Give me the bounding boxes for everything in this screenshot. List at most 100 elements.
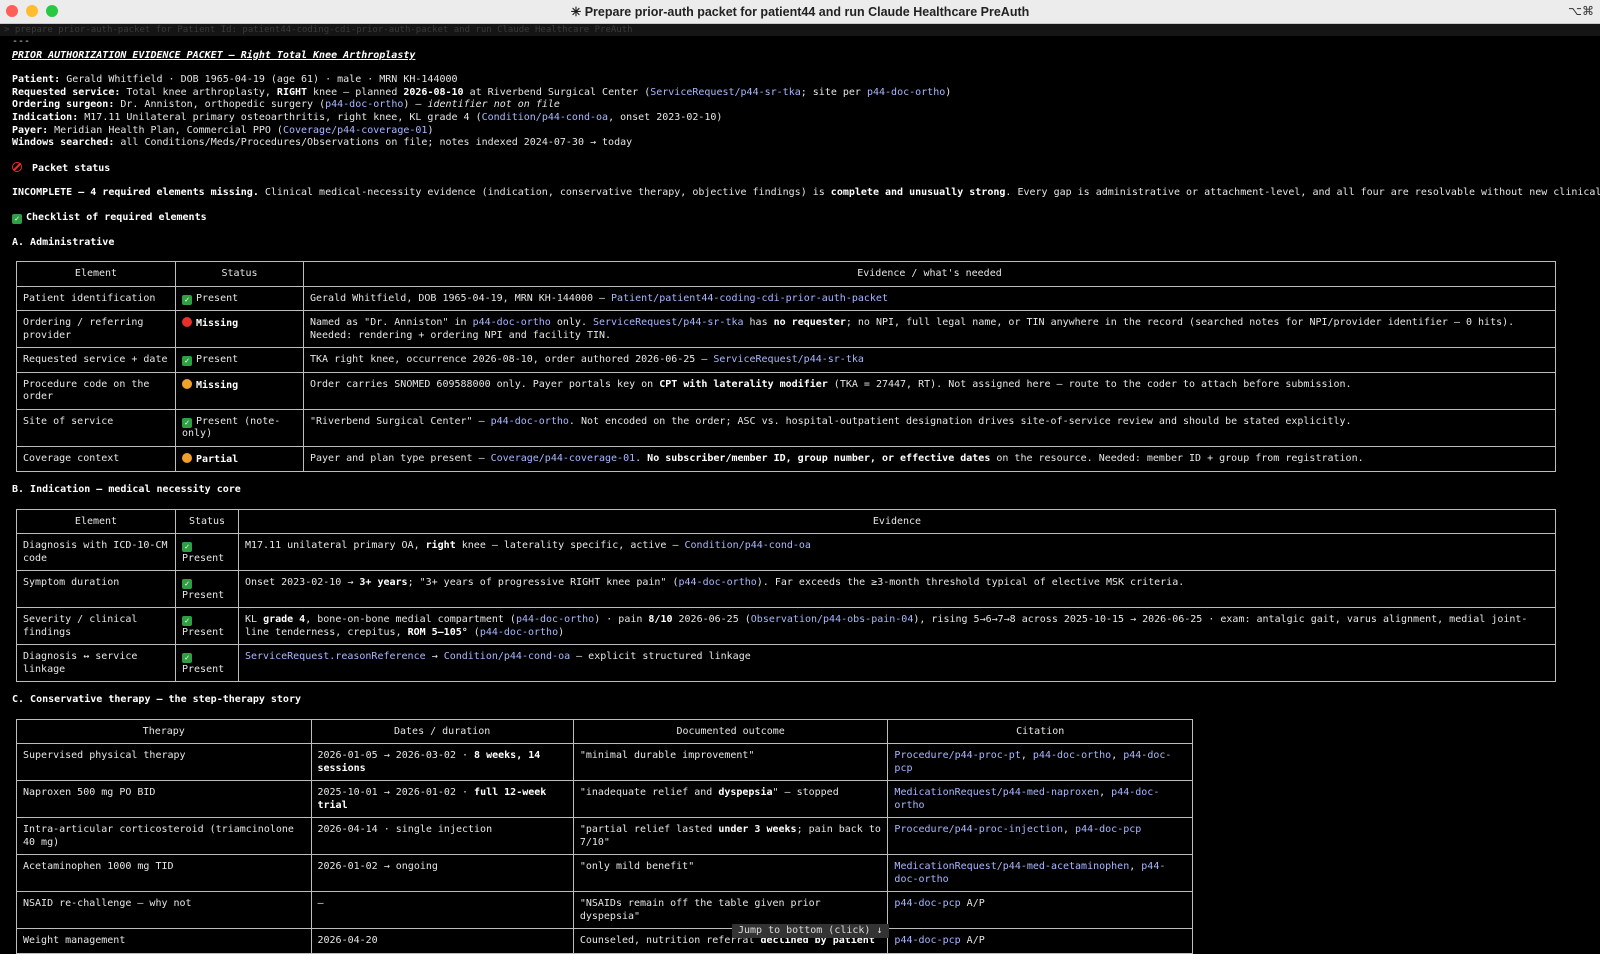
jump-to-bottom-button[interactable]: Jump to bottom (click) ↓ xyxy=(732,924,889,938)
text: — xyxy=(317,898,324,910)
table-row: Diagnosis ↔ service linkage ✓ Present Servi… xyxy=(16,644,1556,683)
resource-link[interactable]: ServiceRequest/p44-sr-tka xyxy=(593,317,744,328)
citation-cell: Procedure/p44-proc-injection, p44-doc-pc… xyxy=(887,817,1193,856)
resource-link[interactable]: Patient/patient44-coding-cdi-prior-auth-… xyxy=(611,293,888,304)
status-text: Present xyxy=(196,292,239,304)
text: "NSAIDs remain off the table given prior… xyxy=(579,898,821,922)
text: . Not encoded on the order; ASC vs. hosp… xyxy=(568,415,1352,427)
window-titlebar: ✳ Prepare prior-auth packet for patient4… xyxy=(0,0,1600,24)
zoom-window-button[interactable] xyxy=(46,5,58,17)
evidence-cell: Gerald Whitfield, DOB 1965-04-19, MRN KH… xyxy=(303,285,1556,312)
resource-link[interactable]: MedicationRequest/p44-med-naproxen xyxy=(894,787,1099,798)
text: A/P xyxy=(960,935,985,947)
section-b-heading: B. Indication — medical necessity core xyxy=(12,484,241,496)
link-condition[interactable]: Condition/p44-cond-oa xyxy=(482,112,608,123)
table-row: Acetaminophen 1000 mg TID 2026-01-02 → on… xyxy=(16,854,1193,893)
text: 2026-04-20 xyxy=(317,935,378,947)
text: , bone-on-bone medial compartment ( xyxy=(305,614,516,626)
text: ( xyxy=(467,626,480,638)
link-servicerequest[interactable]: ServiceRequest/p44-sr-tka xyxy=(650,87,801,98)
therapy-cell: Weight management xyxy=(16,928,312,954)
bold-text: No subscriber/member ID, group number, o… xyxy=(647,452,991,464)
column-header: Element xyxy=(16,508,176,535)
status-text: Present xyxy=(182,626,225,638)
column-header: Documented outcome xyxy=(572,718,889,745)
text: 2026-01-05 → 2026-03-02 · xyxy=(317,750,475,762)
resource-link[interactable]: p44-doc-pcp xyxy=(894,935,960,946)
text: (TKA = 27447, RT). Not assigned here — r… xyxy=(827,378,1352,390)
text: "inadequate relief and xyxy=(579,787,719,799)
bold-text: 3+ years xyxy=(359,577,408,589)
bold-text: no requester xyxy=(773,317,846,329)
resource-link[interactable]: p44-doc-ortho xyxy=(1033,750,1111,761)
resource-link[interactable]: Procedure/p44-proc-pt xyxy=(894,750,1020,761)
checklist-heading: ✓ Checklist of required elements xyxy=(12,212,1588,225)
therapy-cell: Supervised physical therapy xyxy=(16,743,312,782)
resource-link[interactable]: p44-doc-pcp xyxy=(1075,824,1141,835)
resource-link[interactable]: p44-doc-ortho xyxy=(480,627,558,638)
status-cell: Partial xyxy=(175,445,304,473)
link-doc-ortho[interactable]: p44-doc-ortho xyxy=(325,99,403,110)
citation-cell: p44-doc-pcp A/P xyxy=(887,928,1193,954)
status-cell: ✓ Present xyxy=(175,533,239,572)
resource-link[interactable]: p44-doc-pcp xyxy=(894,898,960,909)
outcome-cell: "minimal durable improvement" xyxy=(572,743,889,782)
text: ) xyxy=(558,626,565,638)
outcome-cell: "partial relief lasted under 3 weeks; pa… xyxy=(572,817,889,856)
text: , xyxy=(1111,750,1124,762)
text: ). Far exceeds the ≥3-month threshold ty… xyxy=(756,577,1185,589)
terminal-output: --- PRIOR AUTHORIZATION EVIDENCE PACKET … xyxy=(0,36,1600,954)
no-entry-icon xyxy=(12,161,22,172)
resource-link[interactable]: Condition/p44-cond-oa xyxy=(444,651,570,662)
administrative-table: Element Status Evidence / what's needed Pa… xyxy=(16,261,1556,473)
indication-table: Element Status Evidence Diagnosis with ICD… xyxy=(16,508,1556,683)
table-row: Diagnosis with ICD-10-CM code ✓ Present M17… xyxy=(16,533,1556,572)
resource-link[interactable]: ServiceRequest/p44-sr-tka xyxy=(713,354,864,365)
status-text: Present xyxy=(182,663,225,675)
element-cell: Severity / clinical findings xyxy=(16,607,176,646)
table-row: Procedure code on the order Missing Order … xyxy=(16,371,1556,410)
resource-link[interactable]: p44-doc-ortho xyxy=(516,614,594,625)
status-text: Partial xyxy=(196,453,239,465)
status-text: Present xyxy=(182,552,225,564)
close-window-button[interactable] xyxy=(6,5,18,17)
link-coverage[interactable]: Coverage/p44-coverage-01 xyxy=(283,125,428,136)
resource-link[interactable]: Condition/p44-cond-oa xyxy=(685,540,811,551)
text: , xyxy=(1063,824,1076,836)
evidence-cell: ServiceRequest.reasonReference → Conditi… xyxy=(238,644,1556,683)
resource-link[interactable]: p44-doc-ortho xyxy=(491,416,569,427)
link-doc-ortho[interactable]: p44-doc-ortho xyxy=(867,87,945,98)
resource-link[interactable]: Observation/p44-obs-pain-04 xyxy=(751,614,914,625)
table-row: Coverage context Partial Payer and plan ty… xyxy=(16,445,1556,473)
status-cell: ✓ Present (note-only) xyxy=(175,408,304,447)
element-cell: Diagnosis ↔ service linkage xyxy=(16,644,176,683)
resource-link[interactable]: Coverage/p44-coverage-01 xyxy=(491,453,636,464)
column-header: Evidence xyxy=(238,508,1556,535)
resource-link[interactable]: p44-doc-ortho xyxy=(473,317,551,328)
check-icon: ✓ xyxy=(182,356,192,367)
bold-text: dyspepsia xyxy=(718,787,773,799)
text: 2026-01-02 → ongoing xyxy=(317,861,438,873)
minimize-window-button[interactable] xyxy=(26,5,38,17)
check-icon: ✓ xyxy=(182,417,192,428)
orange-circle-icon xyxy=(182,452,192,463)
citation-cell: p44-doc-pcp A/P xyxy=(887,891,1193,930)
table-row: NSAID re-challenge — why not — "NSAIDs rem… xyxy=(16,891,1193,930)
check-icon: ✓ xyxy=(182,579,192,590)
evidence-cell: Onset 2023-02-10 → 3+ years; "3+ years o… xyxy=(238,570,1556,609)
meta-payer: Payer: Meridian Health Plan, Commercial … xyxy=(12,124,434,136)
resource-link[interactable]: Procedure/p44-proc-injection xyxy=(894,824,1063,835)
status-cell: ✓ Present xyxy=(175,644,239,683)
resource-link[interactable]: MedicationRequest/p44-med-acetaminophen xyxy=(894,861,1129,872)
therapy-cell: Naproxen 500 mg PO BID xyxy=(16,780,312,819)
red-circle-icon xyxy=(182,317,192,328)
meta-ordering-surgeon: Ordering surgeon: Dr. Anniston, orthoped… xyxy=(12,99,560,111)
resource-link[interactable]: p44-doc-ortho xyxy=(679,577,757,588)
citation-cell: MedicationRequest/p44-med-naproxen, p44-… xyxy=(887,780,1193,819)
outcome-cell: "inadequate relief and dyspepsia" — stop… xyxy=(572,780,889,819)
dates-cell: 2025-10-01 → 2026-01-02 · full 12-week t… xyxy=(310,780,574,819)
check-icon: ✓ xyxy=(182,294,192,305)
text: Order carries SNOMED 609588000 only. Pay… xyxy=(310,378,660,390)
evidence-cell: Named as "Dr. Anniston" in p44-doc-ortho… xyxy=(303,310,1556,349)
resource-link[interactable]: ServiceRequest.reasonReference xyxy=(245,651,426,662)
